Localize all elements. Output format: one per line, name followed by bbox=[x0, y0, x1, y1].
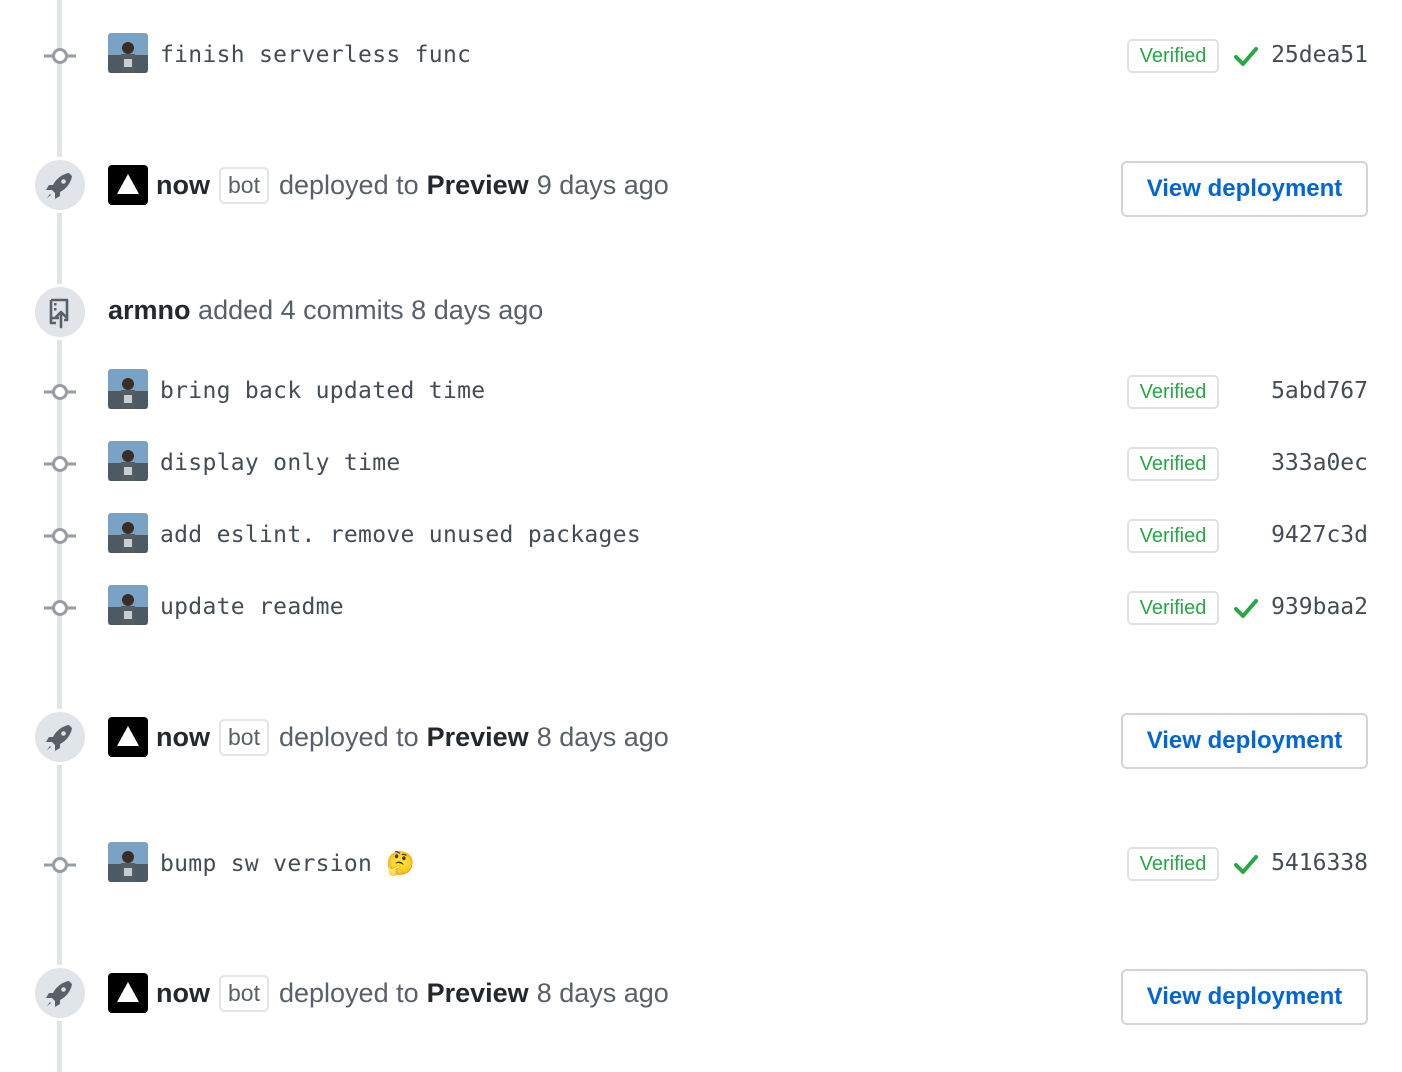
bot-author-link[interactable]: now bbox=[156, 978, 210, 1009]
author-avatar[interactable] bbox=[108, 441, 148, 481]
commit-sha-link[interactable]: 5abd767 bbox=[1271, 378, 1368, 404]
commit-sha-link[interactable]: 9427c3d bbox=[1271, 522, 1368, 548]
commit-message-link[interactable]: add eslint. remove unused packages bbox=[160, 522, 641, 548]
deployment-description: now bot deployed to Preview 8 days ago bbox=[156, 717, 669, 757]
commit-sha-link[interactable]: 333a0ec bbox=[1271, 450, 1368, 476]
rocket-icon bbox=[46, 173, 72, 199]
deploy-badge bbox=[32, 965, 88, 1021]
push-badge bbox=[32, 284, 88, 340]
verified-badge[interactable]: Verified bbox=[1127, 447, 1219, 481]
commit-message-link[interactable]: bump sw version 🤔 bbox=[160, 850, 415, 877]
check-icon[interactable] bbox=[1233, 43, 1259, 69]
now-triangle-logo bbox=[117, 174, 139, 194]
check-icon[interactable] bbox=[1233, 595, 1259, 621]
now-bot-avatar[interactable] bbox=[108, 973, 148, 1013]
bot-author-link[interactable]: now bbox=[156, 722, 210, 753]
view-deployment-button[interactable]: View deployment bbox=[1121, 713, 1368, 769]
now-bot-avatar[interactable] bbox=[108, 717, 148, 757]
verified-badge[interactable]: Verified bbox=[1127, 847, 1219, 881]
view-deployment-button[interactable]: View deployment bbox=[1121, 969, 1368, 1025]
commit-sha-link[interactable]: 939baa2 bbox=[1271, 594, 1368, 620]
author-avatar[interactable] bbox=[108, 513, 148, 553]
bot-author-link[interactable]: now bbox=[156, 170, 210, 201]
commit-message-link[interactable]: display only time bbox=[160, 450, 401, 476]
author-avatar[interactable] bbox=[108, 33, 148, 73]
commit-message-link[interactable]: finish serverless func bbox=[160, 42, 471, 68]
bot-label: bot bbox=[219, 166, 269, 204]
now-triangle-logo bbox=[117, 982, 139, 1002]
bot-label: bot bbox=[219, 718, 269, 756]
rocket-icon bbox=[46, 725, 72, 751]
git-commit-icon bbox=[44, 528, 76, 544]
verified-badge[interactable]: Verified bbox=[1127, 39, 1219, 73]
deployment-description: now bot deployed to Preview 9 days ago bbox=[156, 165, 669, 205]
push-text: added 4 commits bbox=[198, 295, 404, 325]
view-deployment-button[interactable]: View deployment bbox=[1121, 161, 1368, 217]
deployment-description: now bot deployed to Preview 8 days ago bbox=[156, 973, 669, 1013]
push-time[interactable]: 8 days ago bbox=[411, 295, 543, 325]
git-commit-icon bbox=[44, 456, 76, 472]
git-commit-icon bbox=[44, 48, 76, 64]
commit-sha-link[interactable]: 25dea51 bbox=[1271, 42, 1368, 68]
git-commit-icon bbox=[44, 857, 76, 873]
deployment-text: deployed to bbox=[278, 169, 419, 200]
bot-label: bot bbox=[219, 974, 269, 1012]
deployment-time[interactable]: 8 days ago bbox=[537, 978, 669, 1009]
deployment-time[interactable]: 9 days ago bbox=[537, 170, 669, 201]
environment-name: Preview bbox=[426, 977, 529, 1008]
verified-badge[interactable]: Verified bbox=[1127, 591, 1219, 625]
rocket-icon bbox=[46, 981, 72, 1007]
author-avatar[interactable] bbox=[108, 369, 148, 409]
deployment-time[interactable]: 8 days ago bbox=[537, 722, 669, 753]
git-commit-icon bbox=[44, 600, 76, 616]
deployment-text: deployed to bbox=[278, 721, 419, 752]
commit-sha-link[interactable]: 5416338 bbox=[1271, 850, 1368, 876]
commit-message-link[interactable]: bring back updated time bbox=[160, 378, 485, 404]
environment-name: Preview bbox=[426, 721, 529, 752]
author-avatar[interactable] bbox=[108, 842, 148, 882]
deploy-badge bbox=[32, 709, 88, 765]
environment-name: Preview bbox=[426, 169, 529, 200]
author-avatar[interactable] bbox=[108, 585, 148, 625]
now-triangle-logo bbox=[117, 726, 139, 746]
deploy-badge bbox=[32, 157, 88, 213]
pusher-link[interactable]: armno bbox=[108, 295, 191, 325]
deployment-text: deployed to bbox=[278, 977, 419, 1008]
check-icon[interactable] bbox=[1233, 851, 1259, 877]
now-bot-avatar[interactable] bbox=[108, 165, 148, 205]
pull-request-timeline: finish serverless func Verified 25dea51 … bbox=[0, 0, 1402, 1072]
verified-badge[interactable]: Verified bbox=[1127, 375, 1219, 409]
verified-badge[interactable]: Verified bbox=[1127, 519, 1219, 553]
push-description: armno added 4 commits 8 days ago bbox=[108, 295, 543, 326]
git-commit-icon bbox=[44, 384, 76, 400]
repo-push-icon bbox=[49, 298, 69, 329]
commit-message-link[interactable]: update readme bbox=[160, 594, 344, 620]
